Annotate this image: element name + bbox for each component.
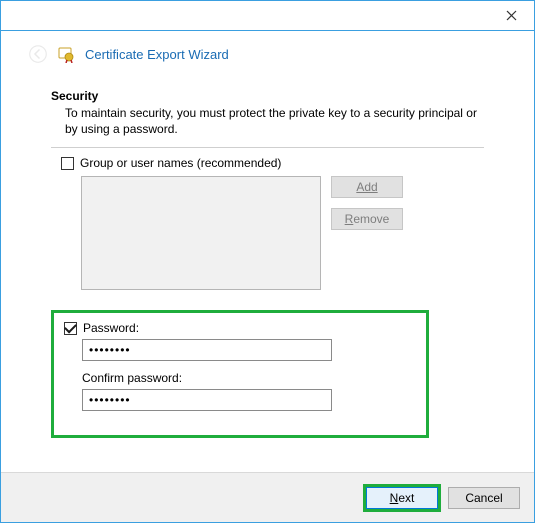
password-label: Password: bbox=[83, 321, 139, 335]
remove-button: Remove bbox=[331, 208, 403, 230]
principals-buttons: Add Remove bbox=[331, 176, 403, 290]
titlebar bbox=[1, 1, 534, 31]
add-button: Add bbox=[331, 176, 403, 198]
security-heading: Security bbox=[51, 89, 484, 103]
next-button-rest: ext bbox=[398, 491, 414, 505]
wizard-header: Certificate Export Wizard bbox=[1, 31, 534, 77]
security-description: To maintain security, you must protect t… bbox=[65, 105, 484, 137]
wizard-footer: Next Cancel bbox=[1, 472, 534, 522]
confirm-password-input[interactable] bbox=[82, 389, 332, 411]
cancel-button[interactable]: Cancel bbox=[448, 487, 520, 509]
principals-area: Add Remove bbox=[81, 176, 484, 290]
certificate-icon bbox=[57, 45, 75, 63]
password-input[interactable] bbox=[82, 339, 332, 361]
password-row: Password: bbox=[64, 321, 412, 335]
group-names-label: Group or user names (recommended) bbox=[80, 156, 281, 170]
remove-button-text: emove bbox=[353, 212, 389, 226]
next-button[interactable]: Next bbox=[366, 487, 438, 509]
group-names-row: Group or user names (recommended) bbox=[61, 156, 484, 170]
password-checkbox[interactable] bbox=[64, 322, 77, 335]
group-names-checkbox[interactable] bbox=[61, 157, 74, 170]
close-button[interactable] bbox=[489, 1, 534, 29]
divider bbox=[51, 147, 484, 148]
wizard-body: Security To maintain security, you must … bbox=[1, 77, 534, 472]
principals-listbox[interactable] bbox=[81, 176, 321, 290]
back-arrow-icon bbox=[29, 45, 47, 63]
wizard-title: Certificate Export Wizard bbox=[85, 47, 229, 62]
wizard-window: Certificate Export Wizard Security To ma… bbox=[0, 0, 535, 523]
password-section-highlight: Password: Confirm password: bbox=[51, 310, 429, 438]
confirm-password-label: Confirm password: bbox=[82, 371, 412, 385]
close-icon bbox=[506, 10, 517, 21]
